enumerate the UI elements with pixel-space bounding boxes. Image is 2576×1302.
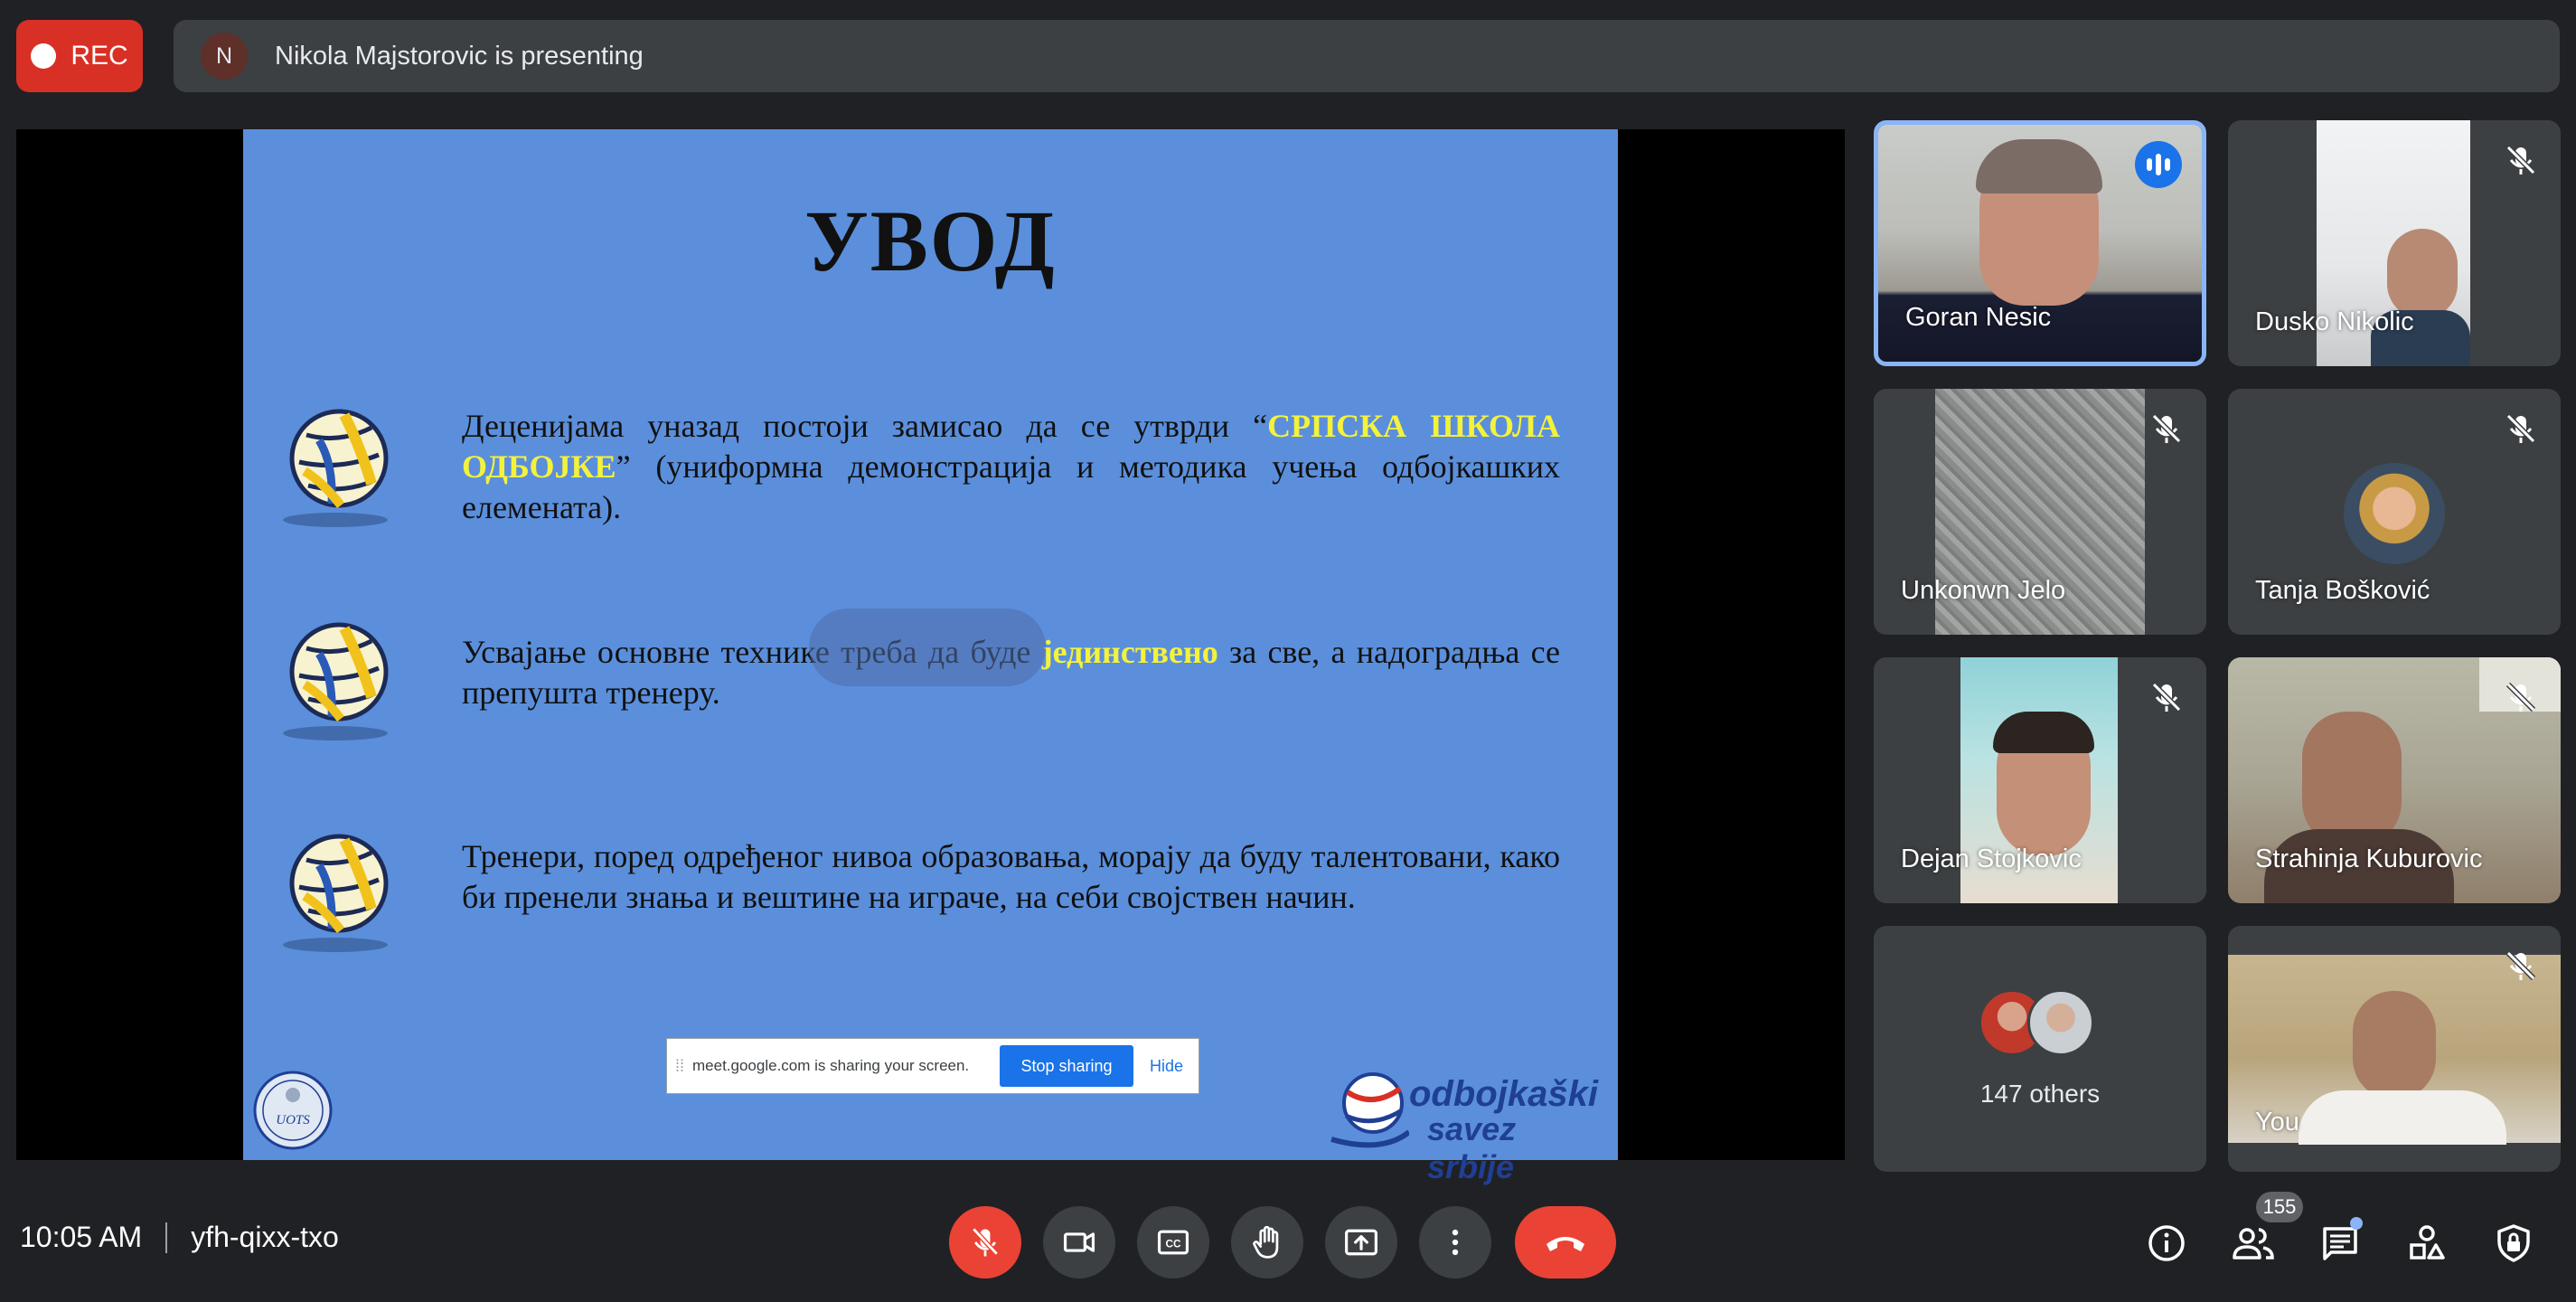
activities-icon [2410,1225,2445,1260]
others-count: 147 others [1979,1080,2101,1108]
leave-call-button[interactable] [1515,1206,1616,1278]
svg-text:CC: CC [1165,1237,1181,1250]
unread-chat-dot [2350,1217,2363,1230]
record-dot-icon [31,43,57,69]
sharing-message: meet.google.com is sharing your screen. [692,1057,970,1074]
participant-tile-dusko-nikolic[interactable]: Dusko Nikolic [2228,120,2561,366]
mic-off-icon [972,1227,999,1257]
meeting-code[interactable]: yfh-qixx-txo [191,1221,339,1254]
participant-tile-unkonwn-jelo[interactable]: Unkonwn Jelo [1874,389,2206,635]
participant-name: Goran Nesic [1905,303,2052,332]
raise-hand-button[interactable] [1231,1206,1303,1278]
info-icon [2148,1225,2185,1261]
end-call-icon [1547,1237,1584,1251]
present-icon [1345,1229,1377,1256]
volleyball-icon [283,621,390,741]
participant-name: Tanja Bošković [2255,576,2430,605]
participant-name: Strahinja Kuburovic [2255,844,2483,873]
more-options-icon [1452,1229,1459,1256]
mic-off-icon [2505,145,2536,175]
hide-notice-button[interactable]: Hide [1150,1057,1183,1076]
participant-tile-goran-nesic[interactable]: Goran Nesic [1874,120,2206,366]
stop-sharing-button[interactable]: Stop sharing [1000,1045,1133,1087]
participant-name: Dusko Nikolic [2255,307,2414,336]
host-controls-icon [2497,1224,2530,1262]
participant-tile-strahinja-kuburovic[interactable]: Strahinja Kuburovic [2228,657,2561,903]
raise-hand-icon [1253,1225,1279,1259]
host-controls-button[interactable] [2491,1221,2536,1266]
svg-text:UOTS: UOTS [276,1113,310,1127]
people-button[interactable] [2231,1221,2276,1266]
drag-handle-icon[interactable]: ⁞⁞ [667,1057,692,1076]
participant-count-badge: 155 [2256,1192,2303,1222]
volleyball-federation-logo: odbojkaški savez srbije [1328,1065,1608,1185]
mic-off-icon [2151,682,2182,712]
screen-sharing-notice: ⁞⁞ meet.google.com is sharing your scree… [666,1038,1199,1094]
presentation-overlay-controls[interactable] [809,609,1046,686]
speaking-indicator-icon [2135,141,2182,188]
divider [165,1222,168,1253]
mic-off-icon [2505,413,2536,444]
presenter-avatar: N [201,33,248,80]
more-options-button[interactable] [1419,1206,1491,1278]
mic-off-icon [2505,682,2536,712]
captions-button[interactable]: CC [1137,1206,1209,1278]
rec-label: REC [71,41,128,71]
captions-icon: CC [1157,1230,1189,1255]
participant-tile-you[interactable]: You [2228,926,2561,1172]
meeting-details-button[interactable] [2144,1221,2189,1266]
participant-avatar [2027,989,2094,1056]
presentation-stage: УВОД Деценијама уназад постоји замисао д… [16,129,1845,1185]
people-icon [2233,1228,2274,1260]
participant-tile-dejan-stojkovic[interactable]: Dejan Stojkovic [1874,657,2206,903]
participant-name: Dejan Stojkovic [1901,844,2082,873]
participant-tile-others[interactable]: 147 others [1874,926,2206,1172]
volleyball-icon [283,408,390,527]
presenting-banner: N Nikola Majstorovic is presenting [174,20,2560,92]
meeting-time: 10:05 AM [20,1221,143,1253]
microphone-toggle-button[interactable] [949,1206,1021,1278]
uots-logo: UOTS [252,1070,334,1151]
slide-bullet-1: Деценијама уназад постоји замисао да се … [462,408,1560,525]
participant-name: Unkonwn Jelo [1901,576,2066,605]
volleyball-icon [283,833,390,952]
present-now-button[interactable] [1325,1206,1397,1278]
camera-icon [1063,1232,1095,1252]
participant-tile-tanja-boskovic[interactable]: Tanja Bošković [2228,389,2561,635]
presenting-text: Nikola Majstorovic is presenting [275,41,644,71]
camera-toggle-button[interactable] [1043,1206,1115,1278]
participant-avatar [2344,463,2445,564]
activities-button[interactable] [2404,1221,2449,1266]
participant-name: You [2255,1108,2299,1137]
shared-slide: УВОД Деценијама уназад постоји замисао д… [243,129,1618,1185]
mic-off-icon [2151,413,2182,444]
slide-bullet-3: Тренери, поред одређеног нивоа образовањ… [462,838,1560,915]
meeting-info: 10:05 AM yfh-qixx-txo [20,1221,339,1254]
mic-off-icon [2505,950,2536,981]
recording-indicator[interactable]: REC [16,20,143,92]
slide-title: УВОД [804,193,1057,289]
